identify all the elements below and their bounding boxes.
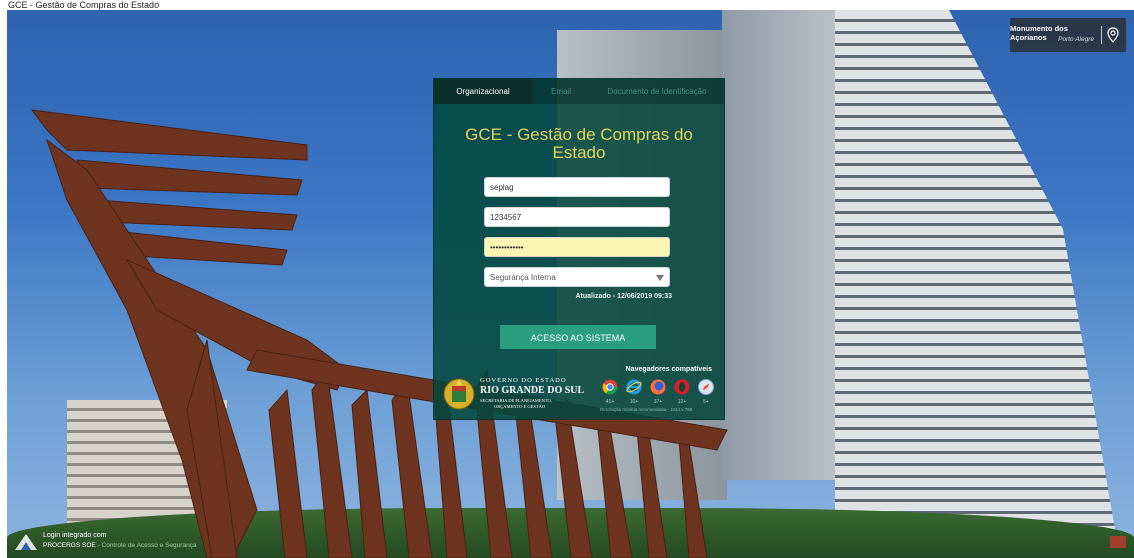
firefox-icon[interactable]: [650, 379, 666, 395]
building-tower: [835, 10, 1120, 558]
organization-input[interactable]: [484, 177, 670, 197]
safari-icon[interactable]: [698, 379, 714, 395]
gov-line3: SECRETARIA DE PLANEJAMENTO,: [480, 398, 552, 403]
footer-brand: PROCERGS SOE: [43, 542, 96, 549]
location-chip[interactable]: Monumento dos Açorianos Porto Alegre: [1010, 18, 1126, 52]
corner-logo-icon: [1110, 536, 1126, 548]
security-select[interactable]: Segurança Interna: [484, 267, 670, 287]
footer-rest: - Controle de Acesso e Segurança: [95, 542, 197, 549]
procergs-logo-icon: [15, 534, 37, 550]
gov-line4: ORÇAMENTO E GESTÃO: [494, 404, 546, 409]
opera-icon[interactable]: [674, 379, 690, 395]
location-separator: [1101, 26, 1102, 44]
browsers-label: Navegadores compatíveis: [625, 366, 712, 373]
gov-line2: RIO GRANDE DO SUL: [480, 385, 585, 396]
page-title: GCE - Gestão de Compras do Estado: [465, 125, 693, 162]
safari-version: 5+: [703, 399, 709, 405]
user-input[interactable]: [484, 207, 670, 227]
ie-icon[interactable]: [626, 379, 642, 395]
resolution-note: Resolução mínima recomendada - 1024 x 76…: [600, 407, 693, 412]
browser-caption: GCE - Gestão de Compras do Estado: [0, 0, 1134, 10]
login-tabs: Organizacional Email Documento de Identi…: [434, 79, 724, 104]
gov-line1: GOVERNO DO ESTADO: [480, 377, 567, 384]
map-pin-icon: [1107, 27, 1119, 43]
tab-documento[interactable]: Documento de Identificação: [590, 79, 724, 104]
rs-coat-of-arms-icon: [443, 378, 475, 410]
footer-line2[interactable]: PROCERGS SOE - Controle de Acesso e Segu…: [43, 542, 197, 549]
password-input[interactable]: [484, 237, 670, 257]
updated-timestamp: Atualizado - 12/06/2019 09:33: [575, 293, 673, 300]
opera-version: 12+: [677, 399, 687, 405]
login-panel: Organizacional Email Documento de Identi…: [433, 78, 725, 420]
tab-email[interactable]: Email: [532, 79, 590, 104]
background-scene: Monumento dos Açorianos Porto Alegre Log…: [7, 10, 1134, 558]
chrome-version: 41+: [605, 399, 615, 405]
access-button[interactable]: ACESSO AO SISTEMA: [500, 325, 656, 349]
location-subtitle: Porto Alegre: [1058, 36, 1094, 43]
ie-version: 10+: [629, 399, 639, 405]
chevron-down-icon: [656, 275, 664, 281]
footer-line1: Login integrado com: [43, 532, 107, 539]
security-select-value: Segurança Interna: [490, 273, 556, 282]
chrome-icon[interactable]: [602, 379, 618, 395]
firefox-version: 37+: [653, 399, 663, 405]
tab-organizacional[interactable]: Organizacional: [434, 79, 532, 104]
